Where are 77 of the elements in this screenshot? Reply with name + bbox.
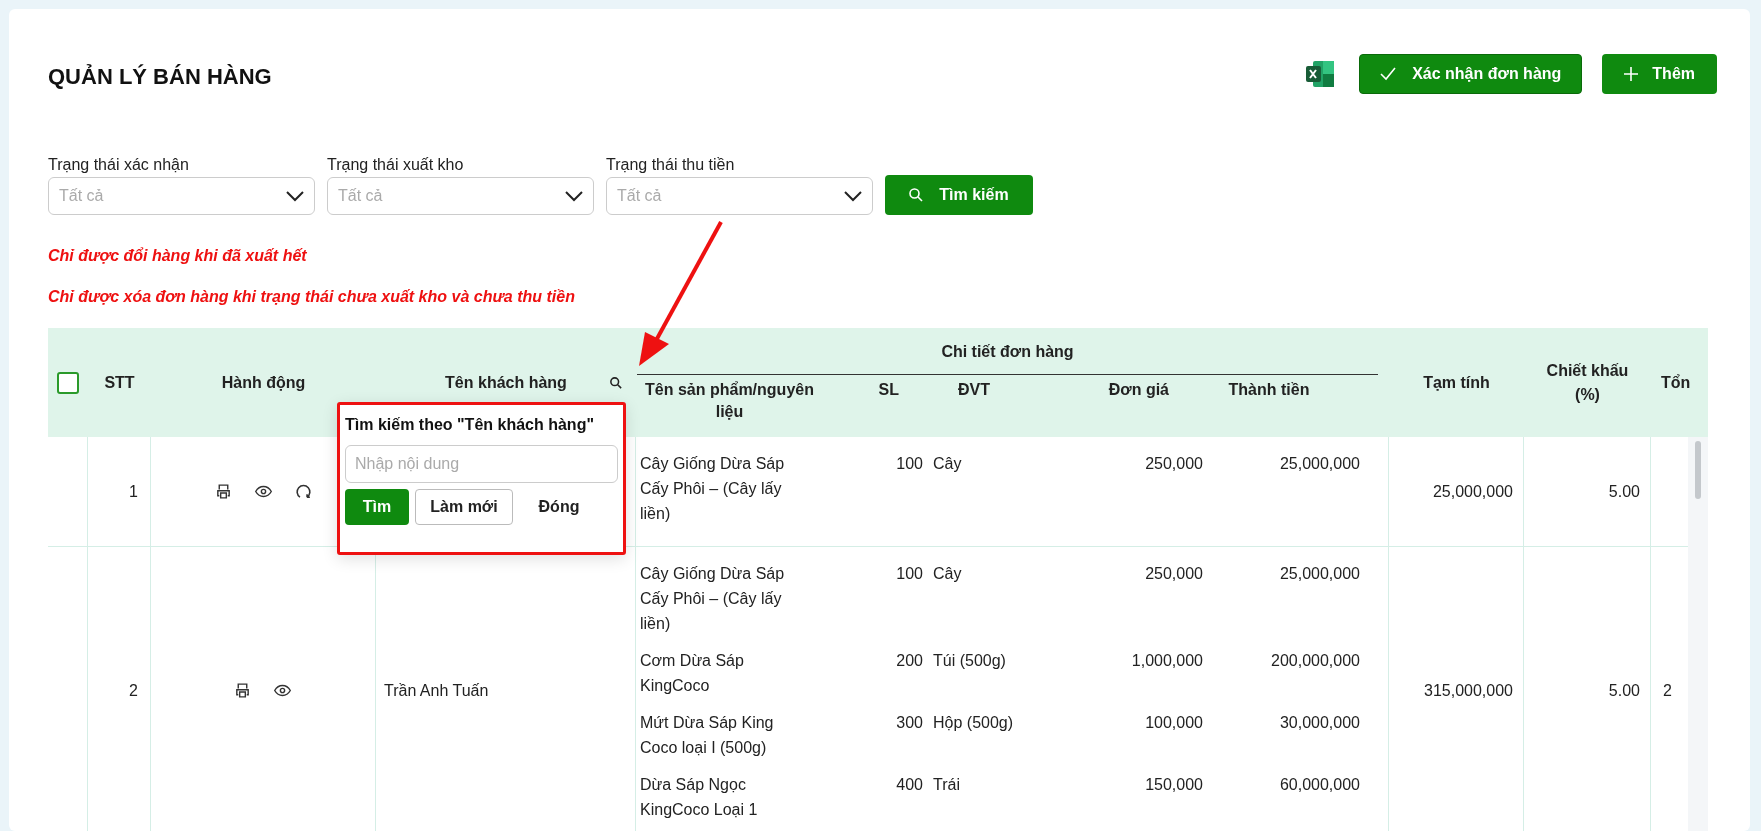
eye-icon[interactable] (253, 483, 273, 500)
chevron-down-icon (565, 190, 583, 202)
filter-label: Trạng thái xuất kho (327, 155, 465, 175)
column-header: Tên sản phẩm/nguyên liệu (644, 380, 815, 422)
chevron-down-icon (844, 190, 862, 202)
column-header: SL (877, 380, 899, 400)
search-button[interactable]: Tìm kiếm (885, 175, 1033, 215)
popup-title: Tìm kiếm theo "Tên khách hàng" (345, 415, 595, 435)
column-header: Chiết khấu (%) (1545, 360, 1630, 405)
table-cell-text: 100 (895, 564, 923, 584)
filter-select[interactable]: Tất cả (606, 177, 873, 215)
column-header: ĐVT (957, 380, 991, 400)
table-cell-text: 25,000,000 (1278, 564, 1360, 584)
reset-button[interactable]: Làm mới (415, 489, 513, 525)
warning-note: Chỉ được xóa đơn hàng khi trạng thái chưa xuất kho và chưa thu tiền (48, 287, 576, 307)
table-cell-text: 5.00 (1608, 680, 1640, 701)
add-button[interactable]: Thêm (1602, 54, 1717, 94)
table-cell-text: 250,000 (1144, 454, 1203, 474)
table-cell-text: 200,000,000 (1270, 651, 1360, 671)
search-icon (909, 188, 924, 202)
select-all-checkbox[interactable] (57, 371, 79, 394)
table-cell-text: Túi (500g) (933, 651, 1007, 671)
column-header: Tên khách hàng (445, 372, 567, 393)
eye-icon[interactable] (273, 682, 292, 699)
table-cell-text: 250,000 (1144, 564, 1203, 584)
column-header: Hành động (221, 372, 306, 393)
chevron-down-icon (286, 190, 304, 202)
table-cell-text: 30,000,000 (1278, 713, 1360, 733)
table-cell-text: 60,000,000 (1278, 775, 1360, 795)
column-header: Đơn giá (1107, 380, 1169, 400)
column-header: Tổn (1661, 372, 1691, 393)
column-header: Thành tiền (1227, 380, 1311, 400)
column-header: STT (104, 372, 135, 393)
search-icon[interactable] (610, 377, 622, 389)
table-cell-text: Cây (933, 564, 963, 584)
table-cell-text: Dừa Sáp Ngọc KingCoco Loại 1 (640, 775, 759, 820)
search-input[interactable]: Nhập nội dung (345, 445, 618, 483)
filter-label: Trạng thái thu tiền (606, 155, 736, 175)
refresh-icon[interactable] (294, 483, 312, 500)
table-cell-text: Trái (933, 775, 961, 795)
table-cell-text: Cây Giống Dừa Sáp Cấy Phôi – (Cây lấy liền) (640, 564, 786, 634)
filter-label: Trạng thái xác nhận (48, 155, 190, 175)
column-header: Tạm tính (1423, 372, 1490, 393)
page-title: QUẢN LÝ BÁN HÀNG (48, 63, 272, 91)
print-icon[interactable] (234, 682, 251, 699)
table-cell-text: 100 (895, 454, 923, 474)
table-cell-text: 100,000 (1144, 713, 1203, 733)
table-cell-text: Cây (933, 454, 963, 474)
find-button[interactable]: Tìm (345, 489, 409, 525)
table-cell-text: 25,000,000 (1278, 454, 1360, 474)
plus-icon (1624, 67, 1639, 81)
table-cell-text: 315,000,000 (1424, 680, 1513, 701)
table-cell-text: 5.00 (1608, 481, 1640, 502)
table-cell-text: 300 (895, 713, 923, 733)
table-cell-text: 25,000,000 (1432, 481, 1513, 502)
print-icon[interactable] (214, 483, 232, 500)
table-cell-text: 150,000 (1144, 775, 1203, 795)
filter-select[interactable]: Tất cả (327, 177, 594, 215)
table-cell-text: Trần Anh Tuấn (384, 680, 489, 701)
filter-select[interactable]: Tất cả (48, 177, 315, 215)
table-cell-text: 400 (895, 775, 923, 795)
table-cell-text: 200 (895, 651, 923, 671)
table-cell-text: Cơm Dừa Sáp KingCoco (640, 651, 745, 696)
excel-icon[interactable] (1305, 60, 1336, 88)
check-icon (1380, 67, 1397, 81)
close-button[interactable]: Đóng (519, 489, 599, 525)
table-cell-text: 1 (129, 481, 138, 502)
confirm-order-button[interactable]: Xác nhận đơn hàng (1359, 54, 1583, 94)
table-cell-text: Hộp (500g) (933, 713, 1015, 733)
table-cell-text: 2 (1663, 680, 1672, 701)
column-group-header: Chi tiết đơn hàng (941, 342, 1074, 362)
table-cell-text: Mứt Dừa Sáp King Coco loại I (500g) (640, 713, 775, 758)
table-cell-text: Cây Giống Dừa Sáp Cấy Phôi – (Cây lấy liền) (640, 454, 786, 524)
table-cell-text: 1,000,000 (1130, 651, 1203, 671)
table-cell-text: 2 (129, 680, 138, 701)
warning-note: Chỉ được đổi hàng khi đã xuất hết (48, 246, 308, 266)
scrollbar[interactable] (1688, 437, 1708, 831)
